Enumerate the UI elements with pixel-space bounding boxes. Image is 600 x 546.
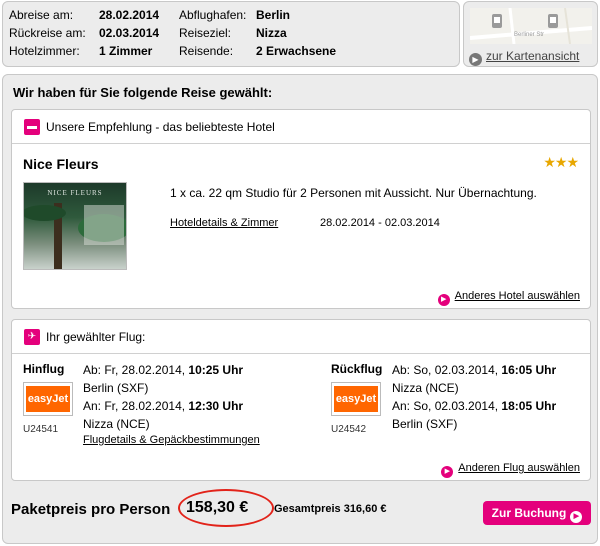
selection-title: Wir haben für Sie folgende Reise gewählt… — [13, 85, 273, 100]
airplane-icon: ✈ — [24, 329, 40, 345]
package-price-label: Paketpreis pro Person — [11, 501, 171, 518]
return-arrival: An: So, 02.03.2014, 18:05 Uhr — [392, 399, 557, 413]
map-street-label: Berliner Str — [514, 32, 544, 38]
hotel-box-header: ▬ Unsere Empfehlung - das beliebteste Ho… — [12, 110, 590, 144]
depart-label: Abreise am: — [9, 8, 74, 22]
return-arrival-airport: Berlin (SXF) — [392, 417, 458, 431]
change-hotel-link[interactable]: ▶ Anderes Hotel auswählen — [437, 290, 580, 306]
trip-summary-panel: Abreise am: 28.02.2014 Abflughafen: Berl… — [2, 1, 460, 67]
hotel-name: Nice Fleurs — [23, 156, 99, 172]
return-flight-number: U24542 — [331, 424, 367, 435]
hotel-dates: 28.02.2014 - 02.03.2014 — [320, 217, 440, 229]
flight-box-header: ✈ Ihr gewählter Flug: — [12, 320, 590, 354]
arrow-right-icon: ▶ — [437, 294, 450, 306]
outbound-label: Hinflug — [23, 362, 65, 376]
hotel-details-link[interactable]: Hoteldetails & Zimmer — [170, 217, 278, 229]
return-value: 02.03.2014 — [99, 26, 160, 40]
return-label: Rückreise am: — [9, 26, 86, 40]
depart-value: 28.02.2014 — [99, 8, 160, 22]
outbound-arrival-airport: Nizza (NCE) — [83, 417, 150, 431]
trip-selection-panel: Wir haben für Sie folgende Reise gewählt… — [2, 74, 598, 544]
easyjet-logo: easyJet — [23, 382, 73, 416]
arrow-right-icon: ▶ — [441, 466, 454, 478]
airport-label: Abflughafen: — [179, 8, 247, 22]
outbound-departure: Ab: Fr, 28.02.2014, 10:25 Uhr — [83, 363, 244, 377]
arrow-right-icon: ▶ — [570, 511, 583, 523]
hotel-photo[interactable]: NICE FLEURS — [23, 182, 127, 270]
rooms-label: Hotelzimmer: — [9, 44, 80, 58]
arrow-right-icon: ▶ — [469, 53, 482, 66]
map-pin-icon — [492, 14, 502, 28]
palm-tree-graphic — [24, 203, 126, 269]
map-thumbnail[interactable]: Berliner Str — [470, 8, 592, 44]
destination-value: Nizza — [256, 26, 287, 40]
flight-box-heading: Ihr gewählter Flug: — [46, 330, 146, 344]
total-price: Gesamtpreis 316,60 € — [274, 503, 387, 515]
room-description: 1 x ca. 22 qm Studio für 2 Personen mit … — [170, 186, 537, 200]
bed-icon: ▬ — [24, 119, 40, 135]
airport-value: Berlin — [256, 8, 291, 22]
hotel-star-rating: ★★★ — [543, 154, 579, 170]
map-pin-icon — [548, 14, 558, 28]
outbound-departure-airport: Berlin (SXF) — [83, 381, 149, 395]
hotel-recommendation-box: ▬ Unsere Empfehlung - das beliebteste Ho… — [11, 109, 591, 309]
rooms-value: 1 Zimmer — [99, 44, 153, 58]
change-flight-link[interactable]: ▶ Anderen Flug auswählen — [441, 462, 580, 478]
travelers-value: 2 Erwachsene — [256, 44, 337, 58]
outbound-arrival: An: Fr, 28.02.2014, 12:30 Uhr — [83, 399, 244, 413]
outbound-flight-number: U24541 — [23, 424, 59, 435]
map-graphic: Berliner Str — [470, 8, 592, 44]
package-price-amount: 158,30 € — [186, 499, 249, 516]
map-view-link[interactable]: ▶ zur Kartenansicht — [469, 49, 579, 66]
return-departure: Ab: So, 02.03.2014, 16:05 Uhr — [392, 363, 557, 377]
hotel-box-heading: Unsere Empfehlung - das beliebteste Hote… — [46, 120, 275, 134]
return-departure-airport: Nizza (NCE) — [392, 381, 459, 395]
destination-label: Reiseziel: — [179, 26, 232, 40]
return-flight-label: Rückflug — [331, 362, 383, 376]
flight-selection-box: ✈ Ihr gewählter Flug: Hinflug easyJet U2… — [11, 319, 591, 481]
flight-details-link[interactable]: Flugdetails & Gepäckbestimmungen — [83, 434, 260, 446]
book-button[interactable]: Zur Buchung ▶ — [483, 501, 591, 525]
easyjet-logo: easyJet — [331, 382, 381, 416]
map-panel[interactable]: Berliner Str ▶ zur Kartenansicht — [463, 1, 598, 67]
travelers-label: Reisende: — [179, 44, 234, 58]
